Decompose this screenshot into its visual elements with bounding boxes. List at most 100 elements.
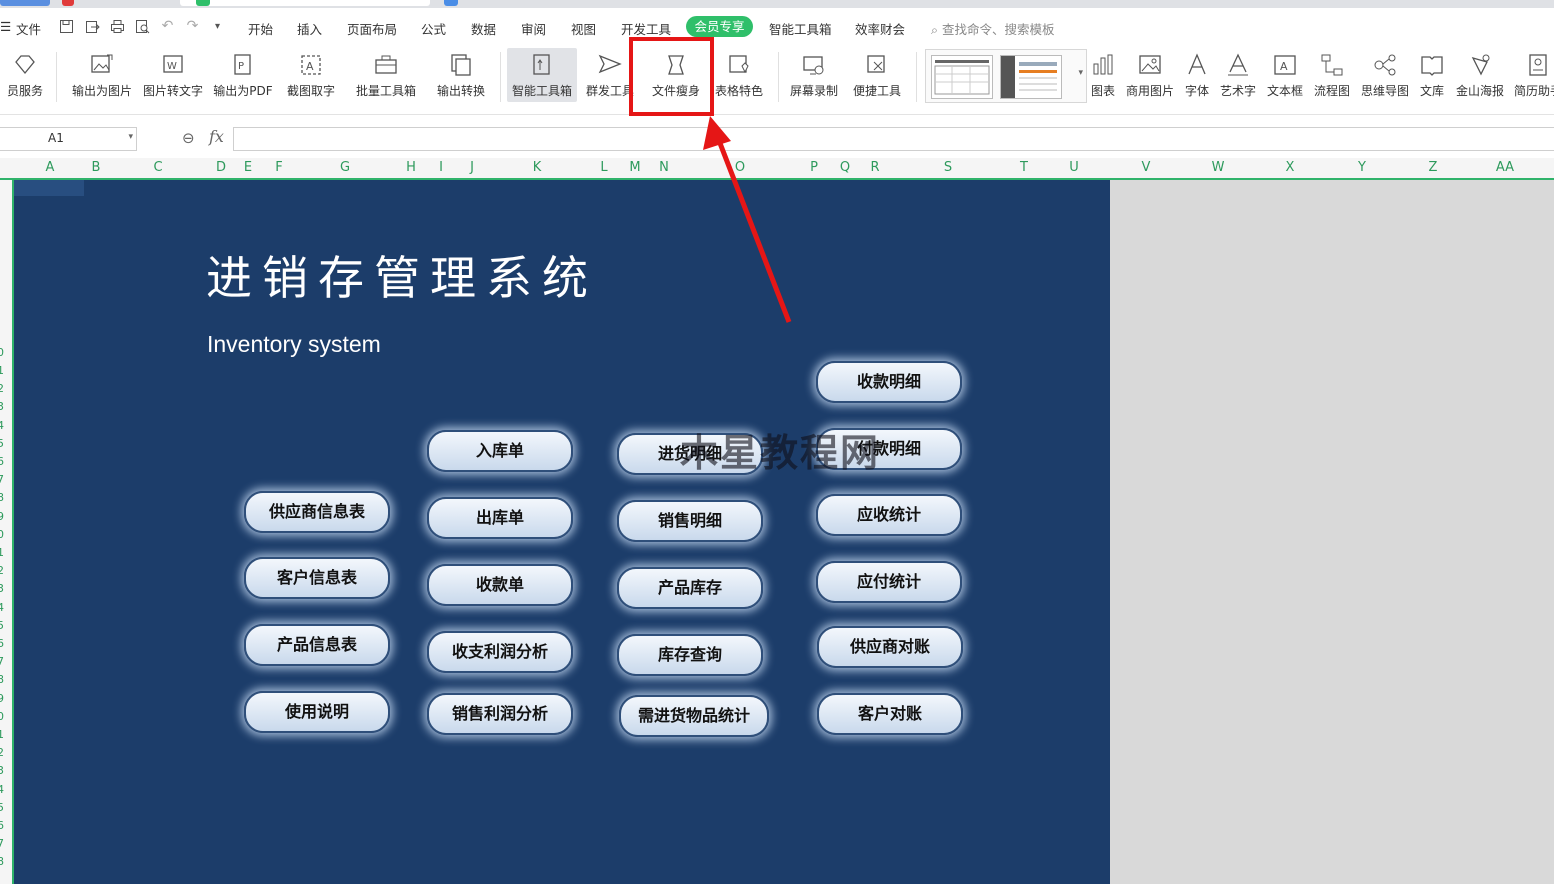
supplier-reconciliation-button[interactable]: 供应商对账 xyxy=(817,626,963,668)
row-header[interactable]: 8 xyxy=(0,855,4,868)
row-header[interactable]: 7 xyxy=(0,655,4,668)
customer-reconciliation-button[interactable]: 客户对账 xyxy=(817,693,963,735)
row-header[interactable]: 8 xyxy=(0,673,4,686)
row-header[interactable]: 0 xyxy=(0,710,4,723)
tab-insert[interactable]: 插入 xyxy=(297,19,322,38)
zoom-icon[interactable]: ⊖ xyxy=(182,129,195,147)
column-header-u[interactable]: U xyxy=(1069,160,1079,175)
column-header-w[interactable]: W xyxy=(1212,160,1225,175)
tab-fragment-blue-2[interactable] xyxy=(444,0,458,6)
sales-profit-analysis-button[interactable]: 销售利润分析 xyxy=(427,693,573,735)
name-box[interactable]: A1 ▾ xyxy=(0,127,137,151)
row-header[interactable]: 5 xyxy=(0,437,4,450)
row-header[interactable]: 1 xyxy=(0,364,4,377)
template-gallery[interactable]: ▾ xyxy=(925,49,1087,103)
kingsoft-poster-button[interactable]: 金山海报 xyxy=(1453,48,1507,102)
supplier-info-button[interactable]: 供应商信息表 xyxy=(244,491,390,533)
row-header[interactable]: 3 xyxy=(0,764,4,777)
library-button[interactable]: 文库 xyxy=(1416,48,1448,102)
textbox-button[interactable]: A 文本框 xyxy=(1264,48,1306,102)
column-header-r[interactable]: R xyxy=(870,160,879,175)
profit-analysis-button[interactable]: 收支利润分析 xyxy=(427,631,573,673)
row-header[interactable]: 6 xyxy=(0,455,4,468)
column-header-q[interactable]: Q xyxy=(840,160,850,175)
row-header[interactable]: 4 xyxy=(0,419,4,432)
column-header-i[interactable]: I xyxy=(439,160,443,175)
row-header[interactable]: 4 xyxy=(0,783,4,796)
save-icon[interactable] xyxy=(59,19,74,34)
column-header-h[interactable]: H xyxy=(406,160,416,175)
image-to-text-button[interactable]: W 图片转文字 xyxy=(141,48,205,102)
batch-toolbox-button[interactable]: 批量工具箱 xyxy=(350,48,422,102)
column-header-o[interactable]: O xyxy=(735,160,745,175)
screen-record-button[interactable]: 屏幕录制 xyxy=(786,48,842,102)
quick-access-dropdown-icon[interactable]: ▾ xyxy=(210,19,225,34)
column-header-c[interactable]: C xyxy=(153,160,162,175)
font-button[interactable]: 字体 xyxy=(1182,48,1212,102)
template-thumbnail-2[interactable] xyxy=(1000,55,1062,99)
column-header-p[interactable]: P xyxy=(810,160,818,175)
row-header[interactable]: 8 xyxy=(0,491,4,504)
tab-fragment-blue[interactable] xyxy=(0,0,50,6)
tab-data[interactable]: 数据 xyxy=(471,19,496,38)
print-icon[interactable] xyxy=(110,19,125,34)
export-icon[interactable] xyxy=(85,19,100,34)
wordart-button[interactable]: 艺术字 xyxy=(1218,48,1258,102)
gallery-expand-icon[interactable]: ▾ xyxy=(1078,68,1083,78)
tab-home[interactable]: 开始 xyxy=(248,19,273,38)
undo-icon[interactable]: ↶ xyxy=(160,19,175,34)
tab-fragment-active[interactable] xyxy=(180,0,430,6)
sales-detail-button[interactable]: 销售明细 xyxy=(617,500,763,542)
tab-member-exclusive[interactable]: 会员专享 xyxy=(686,16,753,37)
tab-view[interactable]: 视图 xyxy=(571,19,596,38)
command-search[interactable]: ⌕ 查找命令、搜索模板 xyxy=(931,19,1055,38)
row-header[interactable]: 4 xyxy=(0,601,4,614)
restock-stats-button[interactable]: 需进货物品统计 xyxy=(619,695,769,737)
tab-page-layout[interactable]: 页面布局 xyxy=(347,19,397,38)
row-header[interactable]: 7 xyxy=(0,473,4,486)
resume-assistant-button[interactable]: 简历助手 xyxy=(1511,48,1554,102)
member-services-button[interactable]: 员服务 xyxy=(0,48,50,102)
redo-icon[interactable]: ↷ xyxy=(185,19,200,34)
receipt-button[interactable]: 收款单 xyxy=(427,564,573,606)
tab-smart-toolbox[interactable]: 智能工具箱 xyxy=(769,19,832,38)
row-header[interactable]: 2 xyxy=(0,746,4,759)
table-feature-button[interactable]: 表格特色 xyxy=(708,48,770,102)
column-header-d[interactable]: D xyxy=(216,160,226,175)
smart-toolbox-button[interactable]: 智能工具箱 xyxy=(507,48,577,102)
row-header[interactable]: 7 xyxy=(0,837,4,850)
column-header-f[interactable]: F xyxy=(275,160,282,175)
instructions-button[interactable]: 使用说明 xyxy=(244,691,390,733)
hamburger-icon[interactable]: ☰ xyxy=(0,19,11,34)
export-image-button[interactable]: 输出为图片 xyxy=(70,48,134,102)
tab-developer[interactable]: 开发工具 xyxy=(621,19,671,38)
print-preview-icon[interactable] xyxy=(135,19,150,34)
column-header-j[interactable]: J xyxy=(470,160,474,175)
product-stock-button[interactable]: 产品库存 xyxy=(617,567,763,609)
stock-query-button[interactable]: 库存查询 xyxy=(617,634,763,676)
row-header[interactable]: 3 xyxy=(0,582,4,595)
tab-formulas[interactable]: 公式 xyxy=(421,19,446,38)
column-header-e[interactable]: E xyxy=(244,160,252,175)
row-header[interactable]: 2 xyxy=(0,564,4,577)
column-header-n[interactable]: N xyxy=(659,160,669,175)
flowchart-button[interactable]: 流程图 xyxy=(1311,48,1353,102)
commercial-picture-button[interactable]: 商用图片 xyxy=(1124,48,1176,102)
mindmap-button[interactable]: 思维导图 xyxy=(1359,48,1411,102)
column-header-t[interactable]: T xyxy=(1020,160,1028,175)
row-header[interactable]: 1 xyxy=(0,546,4,559)
receivable-stats-button[interactable]: 应收统计 xyxy=(816,494,962,536)
row-header[interactable]: 3 xyxy=(0,400,4,413)
selected-cell-a1[interactable] xyxy=(14,180,84,196)
export-pdf-button[interactable]: P 输出为PDF xyxy=(211,48,275,102)
row-header[interactable]: 6 xyxy=(0,637,4,650)
collection-detail-button[interactable]: 收款明细 xyxy=(816,361,962,403)
file-menu[interactable]: 文件 xyxy=(16,19,41,38)
stock-in-button[interactable]: 入库单 xyxy=(427,430,573,472)
row-header[interactable]: 9 xyxy=(0,510,4,523)
tab-fragment-red[interactable] xyxy=(62,0,74,6)
column-header-g[interactable]: G xyxy=(340,160,350,175)
column-header-k[interactable]: K xyxy=(533,160,542,175)
column-header-a[interactable]: A xyxy=(46,160,55,175)
tab-fragment-green[interactable] xyxy=(196,0,210,6)
